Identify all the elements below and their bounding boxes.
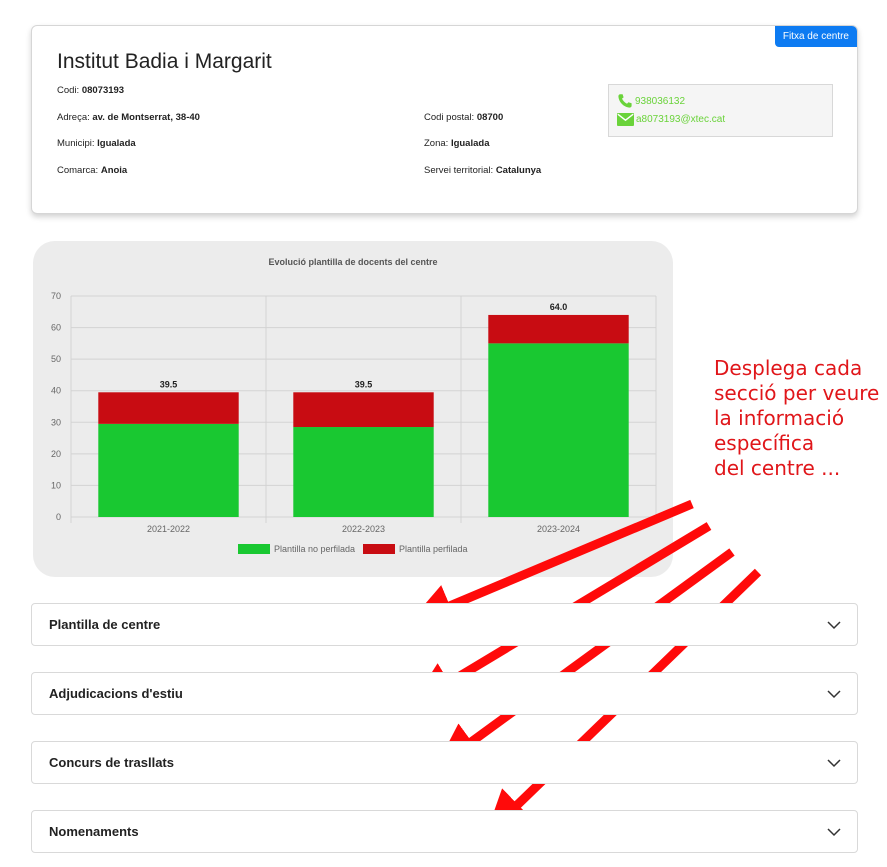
field-servei-label: Servei territorial: bbox=[424, 165, 496, 176]
centre-card: Fitxa de centre Institut Badia i Margari… bbox=[31, 25, 858, 214]
field-municipi: Municipi: Igualada bbox=[57, 138, 136, 149]
field-zona-label: Zona: bbox=[424, 138, 451, 149]
legend-label[interactable]: Plantilla no perfilada bbox=[274, 544, 355, 554]
chevron-down-icon bbox=[827, 621, 841, 630]
annotation-line: Desplega cada bbox=[714, 356, 863, 380]
field-zona-value: Igualada bbox=[450, 138, 490, 149]
field-codi-postal-value: 08700 bbox=[476, 112, 504, 123]
contact-phone-text: 938036132 bbox=[635, 95, 686, 107]
field-codi-value: 08073193 bbox=[81, 85, 125, 96]
annotation-line: del centre ... bbox=[714, 456, 841, 480]
field-codi-label: Codi: bbox=[57, 85, 82, 96]
fitxa-centre-badge[interactable]: Fitxa de centre bbox=[774, 26, 857, 47]
field-comarca: Comarca: Anoia bbox=[57, 165, 127, 176]
y-tick-label: 60 bbox=[51, 323, 61, 333]
y-tick-label: 50 bbox=[51, 354, 61, 364]
field-municipi-label: Municipi: bbox=[57, 138, 98, 149]
field-comarca-label: Comarca: bbox=[57, 165, 101, 176]
y-tick-label: 0 bbox=[56, 512, 61, 522]
chart-bars bbox=[98, 314, 629, 517]
chart-title: Evolució plantilla de docents del centre bbox=[268, 257, 437, 267]
x-tick-label: 2022-2023 bbox=[342, 524, 385, 534]
legend-label[interactable]: Plantilla perfilada bbox=[399, 544, 468, 554]
contact-phone[interactable]: 938036132 bbox=[617, 93, 685, 109]
help-annotation: Desplega cada secció per veure la inform… bbox=[714, 356, 887, 481]
y-tick-label: 40 bbox=[51, 386, 61, 396]
chart-panel: Evolució plantilla de docents del centre… bbox=[33, 241, 673, 577]
field-servei-value: Catalunya bbox=[495, 165, 542, 176]
field-adreca-value: av. de Montserrat, 38-40 bbox=[92, 112, 200, 123]
contact-email-text: a8073193@xtec.cat bbox=[636, 114, 726, 125]
annotation-line: secció per veure bbox=[714, 381, 880, 405]
annotation-line: específica bbox=[714, 431, 815, 455]
field-adreca: Adreça: av. de Montserrat, 38-40 bbox=[57, 112, 200, 123]
field-codi-postal: Codi postal: 08700 bbox=[424, 112, 503, 123]
x-tick-label: 2023-2024 bbox=[537, 524, 580, 534]
bar-no-perfilada[interactable] bbox=[98, 423, 239, 517]
contact-email[interactable]: a8073193@xtec.cat bbox=[617, 113, 725, 126]
chevron-down-icon bbox=[827, 690, 841, 699]
phone-icon bbox=[618, 94, 632, 108]
bar-total-label: 39.5 bbox=[355, 379, 373, 389]
annotation-line: la informació bbox=[714, 406, 845, 430]
section-label: Nomenaments bbox=[49, 824, 139, 839]
legend-swatch-no-perfilada[interactable] bbox=[238, 544, 270, 554]
section-label: Concurs de trasllats bbox=[49, 755, 174, 770]
field-servei: Servei territorial: Catalunya bbox=[424, 165, 541, 176]
envelope-icon bbox=[617, 113, 634, 126]
bar-no-perfilada[interactable] bbox=[488, 343, 629, 517]
bar-perfilada[interactable] bbox=[488, 314, 629, 344]
arrow-icon bbox=[435, 548, 735, 769]
section-plantilla-de-centre[interactable]: Plantilla de centre bbox=[31, 603, 858, 646]
y-tick-label: 70 bbox=[51, 291, 61, 301]
section-label: Adjudicacions d'estiu bbox=[49, 686, 183, 701]
bar-total-label: 64.0 bbox=[550, 302, 568, 312]
bar-no-perfilada[interactable] bbox=[293, 427, 434, 517]
field-adreca-label: Adreça: bbox=[57, 112, 93, 123]
bar-total-label: 39.5 bbox=[160, 379, 178, 389]
centre-title: Institut Badia i Margarit bbox=[57, 50, 272, 73]
section-nomenaments[interactable]: Nomenaments bbox=[31, 810, 858, 853]
x-tick-label: 2021-2022 bbox=[147, 524, 190, 534]
field-municipi-value: Igualada bbox=[97, 138, 136, 149]
y-tick-label: 20 bbox=[51, 449, 61, 459]
bar-perfilada[interactable] bbox=[98, 392, 239, 424]
legend-swatch-perfilada[interactable] bbox=[363, 544, 395, 554]
chevron-down-icon bbox=[827, 828, 841, 837]
bar-perfilada[interactable] bbox=[293, 392, 434, 428]
y-tick-label: 30 bbox=[51, 417, 61, 427]
section-label: Plantilla de centre bbox=[49, 617, 161, 632]
y-tick-label: 10 bbox=[51, 480, 61, 490]
plantilla-chart: Evolució plantilla de docents del centre… bbox=[51, 257, 657, 554]
section-concurs-trasllats[interactable]: Concurs de trasllats bbox=[31, 741, 858, 784]
field-comarca-value: Anoia bbox=[100, 165, 128, 176]
section-adjudicacions-estiu[interactable]: Adjudicacions d'estiu bbox=[31, 672, 858, 715]
field-codi-postal-label: Codi postal: bbox=[424, 112, 477, 123]
contact-box: 938036132 a8073193@xtec.cat bbox=[608, 84, 833, 137]
field-zona: Zona: Igualada bbox=[424, 138, 489, 149]
chevron-down-icon bbox=[827, 759, 841, 768]
field-codi: Codi: 08073193 bbox=[57, 85, 124, 96]
chart-legend[interactable]: Plantilla no perfilada Plantilla perfilad… bbox=[238, 544, 468, 554]
